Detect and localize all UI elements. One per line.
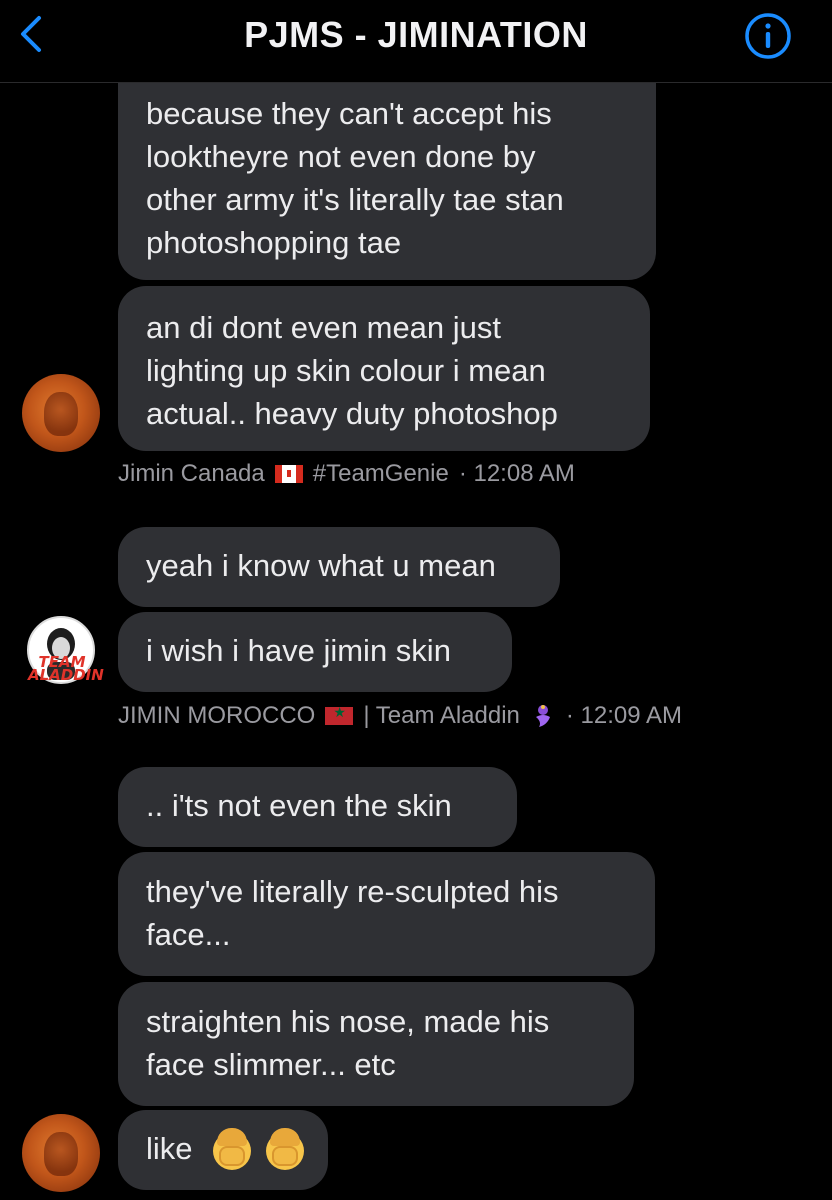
- avatar-team-label: TEAM ALADDIN: [28, 653, 104, 684]
- sender-tag: #TeamGenie: [312, 460, 449, 487]
- message-bubble[interactable]: because they can't accept his looktheyre…: [118, 70, 656, 280]
- morocco-flag-icon: [325, 704, 354, 725]
- sender-name[interactable]: Jimin Canada: [118, 460, 265, 488]
- message-bubble[interactable]: i wish i have jimin skin: [118, 612, 512, 692]
- genie-icon: [530, 703, 556, 729]
- info-button[interactable]: [744, 12, 792, 60]
- message-time: · 12:08 AM: [458, 460, 575, 487]
- canada-flag-icon: [274, 465, 303, 483]
- facepalm-emoji-icon: [213, 1127, 252, 1170]
- chat-header: PJMS - JIMINATION: [0, 0, 832, 83]
- message-bubble[interactable]: an di dont even mean just lighting up sk…: [118, 286, 650, 451]
- message-bubble[interactable]: they've literally re-sculpted his face..…: [118, 852, 655, 976]
- page-title: PJMS - JIMINATION: [244, 14, 588, 55]
- sender-name[interactable]: JIMIN MOROCCO: [118, 702, 315, 730]
- message-bubble[interactable]: straighten his nose, made his face slimm…: [118, 982, 634, 1106]
- message-meta: Jimin Canada #TeamGenie · 12:08 AM: [118, 460, 575, 488]
- sender-tag: | Team Aladdin: [363, 702, 520, 729]
- message-meta: JIMIN MOROCCO | Team Aladdin · 12:09 AM: [118, 702, 682, 730]
- message-time: · 12:09 AM: [565, 702, 682, 729]
- info-icon: [745, 13, 791, 59]
- message-bubble[interactable]: .. i'ts not even the skin: [118, 767, 517, 847]
- message-bubble[interactable]: like: [118, 1110, 328, 1190]
- avatar[interactable]: [22, 1114, 100, 1192]
- message-bubble[interactable]: yeah i know what u mean: [118, 527, 560, 607]
- message-text: like: [146, 1131, 193, 1166]
- avatar[interactable]: [22, 374, 100, 452]
- facepalm-emoji-icon: [265, 1127, 304, 1170]
